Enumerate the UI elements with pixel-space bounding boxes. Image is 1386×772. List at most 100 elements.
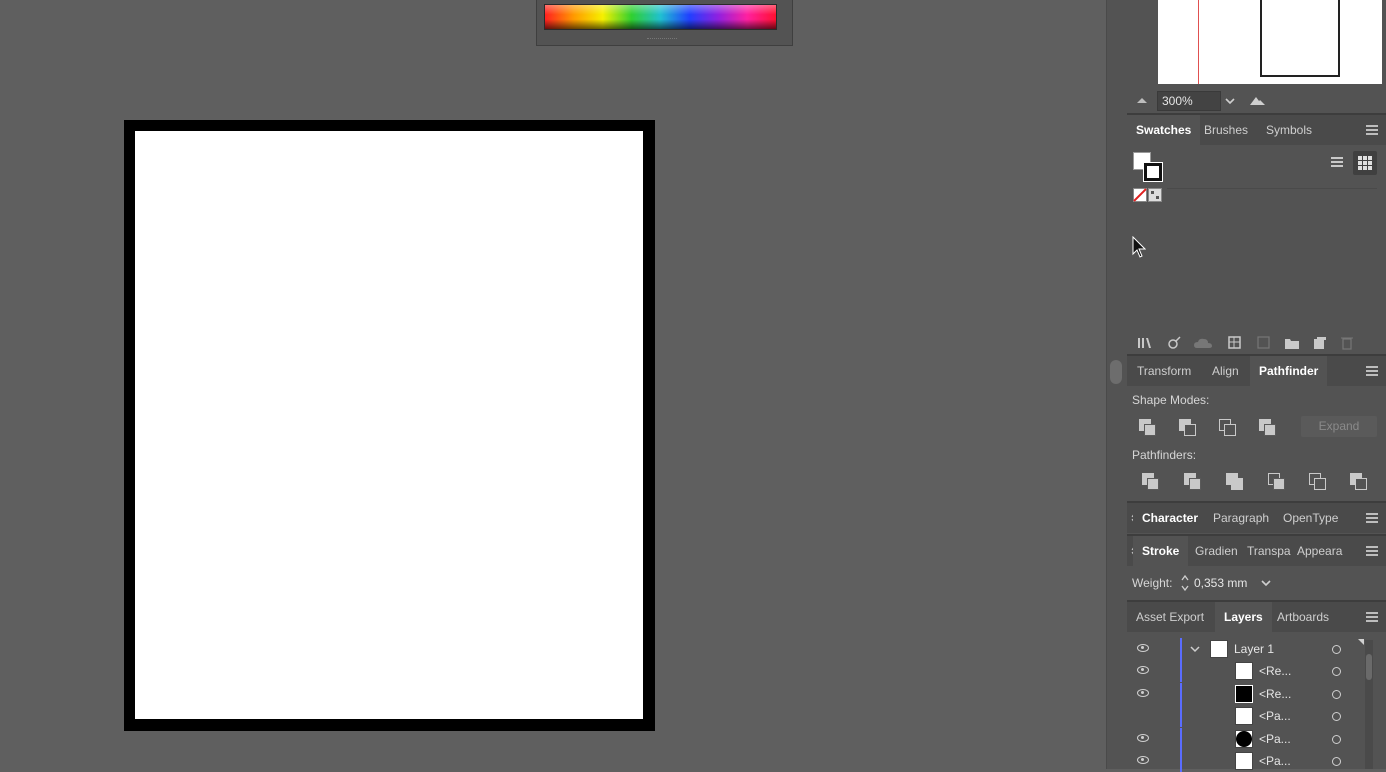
exclude-button[interactable] <box>1259 419 1276 436</box>
artboard[interactable] <box>135 131 643 719</box>
trash-icon <box>1341 337 1353 350</box>
unite-button[interactable] <box>1139 419 1156 436</box>
panel-menu-icon[interactable] <box>1366 125 1378 135</box>
object-name[interactable]: <Re... <box>1259 687 1291 701</box>
chevron-down-icon[interactable] <box>1224 96 1236 106</box>
chevron-down-icon[interactable] <box>1260 578 1272 588</box>
target-icon[interactable] <box>1332 757 1341 766</box>
tab-gradient[interactable]: Gradien <box>1195 536 1238 566</box>
zoom-value: 300% <box>1162 94 1193 108</box>
target-icon[interactable] <box>1332 645 1341 654</box>
tab-brushes[interactable]: Brushes <box>1204 115 1248 145</box>
swatches-tabbar: Swatches Brushes Symbols <box>1127 115 1386 145</box>
eye-icon[interactable] <box>1137 733 1149 742</box>
tab-layers[interactable]: Layers <box>1215 602 1272 632</box>
panel-menu-icon[interactable] <box>1366 546 1378 556</box>
zoom-input[interactable]: 300% <box>1157 91 1221 111</box>
weight-input[interactable]: 0,353 mm <box>1194 573 1254 593</box>
target-icon[interactable] <box>1332 712 1341 721</box>
pathfinder-tabbar: Transform Align Pathfinder <box>1127 356 1386 386</box>
layer-color-bar <box>1180 682 1182 705</box>
trim-button[interactable] <box>1184 473 1201 490</box>
swatch-divider <box>1167 188 1377 189</box>
target-icon[interactable] <box>1332 689 1341 699</box>
target-icon[interactable] <box>1332 667 1341 676</box>
layers-scrollbar-thumb[interactable] <box>1366 654 1372 680</box>
layers-scrollbar[interactable] <box>1365 640 1373 769</box>
shape-modes-label: Shape Modes: <box>1132 393 1210 407</box>
pathfinders-label: Pathfinders: <box>1132 448 1197 462</box>
target-icon[interactable] <box>1332 734 1341 744</box>
tab-transparency[interactable]: Transpa <box>1247 536 1291 566</box>
layer-row[interactable]: Layer 1 <box>1127 638 1386 660</box>
tab-character[interactable]: Character <box>1133 503 1208 533</box>
intersect-button[interactable] <box>1219 419 1236 436</box>
object-name[interactable]: <Re... <box>1259 664 1291 678</box>
right-dock: 300% Swatches Brushes Symbols Transform … <box>1127 0 1386 772</box>
tab-transform[interactable]: Transform <box>1137 356 1191 386</box>
sublayer-row[interactable]: <Re... <box>1127 660 1386 682</box>
panel-menu-icon[interactable] <box>1366 366 1378 376</box>
sublayer-row[interactable]: <Re... <box>1127 682 1386 705</box>
grid-view-icon <box>1358 156 1372 170</box>
object-name[interactable]: <Pa... <box>1259 732 1291 746</box>
divide-button[interactable] <box>1142 473 1159 490</box>
tab-pathfinder[interactable]: Pathfinder <box>1250 356 1328 386</box>
color-panel <box>536 0 793 46</box>
tab-symbols[interactable]: Symbols <box>1266 115 1312 145</box>
expand-button[interactable]: Expand <box>1301 416 1377 437</box>
tab-stroke[interactable]: Stroke <box>1133 536 1189 566</box>
grid-view-button[interactable] <box>1353 151 1377 175</box>
layers-tabbar: Asset Export Layers Artboards <box>1127 602 1386 632</box>
registration-swatch-icon[interactable] <box>1148 188 1162 202</box>
panel-menu-icon[interactable] <box>1366 612 1378 622</box>
merge-button[interactable] <box>1226 473 1243 490</box>
stroke-tabbar: Stroke Gradien Transpa Appeara <box>1127 536 1386 566</box>
tab-paragraph[interactable]: Paragraph <box>1213 503 1269 533</box>
eye-icon[interactable] <box>1137 688 1149 697</box>
vertical-scrollbar[interactable] <box>1106 0 1127 769</box>
navigator-view-box[interactable] <box>1260 0 1340 77</box>
swatch-libraries-icon[interactable] <box>1137 336 1153 350</box>
list-view-icon[interactable] <box>1330 155 1344 169</box>
object-name[interactable]: <Pa... <box>1259 754 1291 768</box>
outline-button[interactable] <box>1309 473 1326 490</box>
eye-icon[interactable] <box>1137 666 1149 674</box>
tab-artboards[interactable]: Artboards <box>1277 602 1329 632</box>
new-swatch-icon[interactable] <box>1313 336 1327 350</box>
tab-opentype[interactable]: OpenType <box>1283 503 1338 533</box>
eye-icon[interactable] <box>1137 756 1149 764</box>
navigator-red-line <box>1198 0 1199 84</box>
object-thumbnail <box>1235 684 1253 703</box>
none-swatch-icon[interactable] <box>1133 188 1147 202</box>
swatch-kind-icon[interactable] <box>1167 336 1181 350</box>
show-swatch-kinds-icon[interactable] <box>1228 336 1244 350</box>
object-name[interactable]: <Pa... <box>1259 709 1291 723</box>
crop-button[interactable] <box>1268 473 1285 490</box>
navigator-preview[interactable] <box>1158 0 1382 84</box>
tab-appearance[interactable]: Appeara <box>1297 536 1342 566</box>
zoom-out-icon[interactable] <box>1136 96 1148 104</box>
color-spectrum[interactable] <box>544 4 777 30</box>
panel-grip[interactable] <box>647 38 677 42</box>
tab-align[interactable]: Align <box>1212 356 1239 386</box>
layer-color-bar <box>1180 705 1182 727</box>
sublayer-row[interactable]: <Pa... <box>1127 727 1386 750</box>
minus-back-button[interactable] <box>1350 473 1367 490</box>
weight-stepper-icon[interactable] <box>1180 573 1190 593</box>
new-color-group-icon[interactable] <box>1284 336 1300 350</box>
tab-asset-export[interactable]: Asset Export <box>1136 602 1204 632</box>
sublayer-row[interactable]: <Pa... <box>1127 705 1386 727</box>
object-thumbnail <box>1235 752 1253 770</box>
zoom-in-icon[interactable] <box>1249 94 1267 106</box>
chevron-down-icon[interactable] <box>1190 645 1200 653</box>
eye-icon[interactable] <box>1137 644 1149 652</box>
layer-thumbnail <box>1210 640 1228 658</box>
layer-name[interactable]: Layer 1 <box>1234 642 1274 656</box>
minus-front-button[interactable] <box>1179 419 1196 436</box>
scrollbar-thumb[interactable] <box>1110 360 1122 384</box>
tab-swatches[interactable]: Swatches <box>1127 115 1201 145</box>
stroke-swatch[interactable] <box>1143 162 1163 182</box>
mouse-cursor-icon <box>1132 236 1146 258</box>
panel-menu-icon[interactable] <box>1366 513 1378 523</box>
